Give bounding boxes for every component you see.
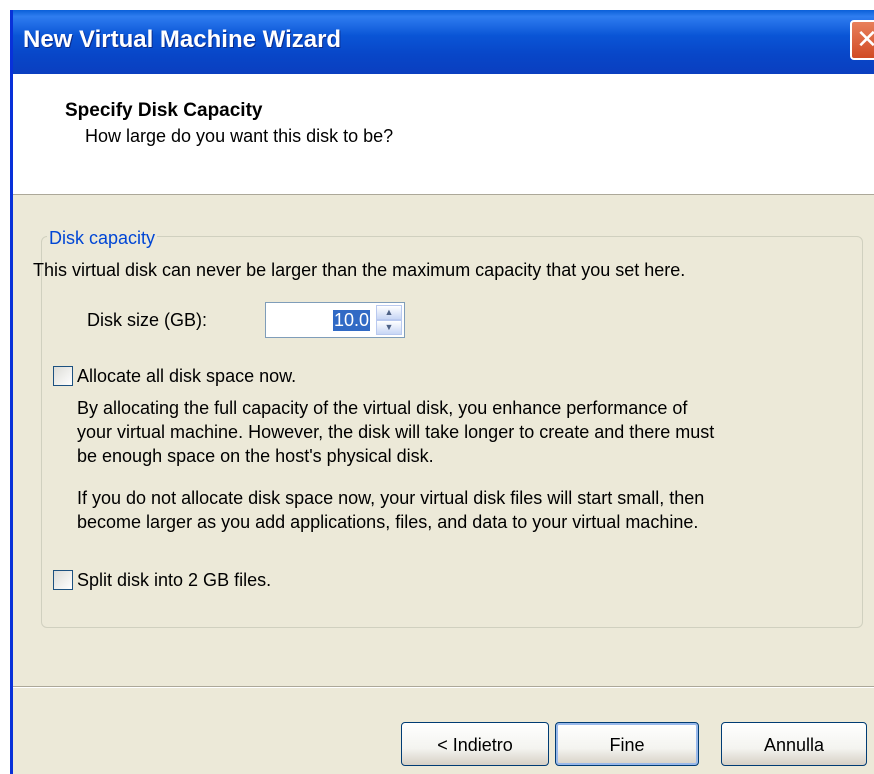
allocate-all-checkbox[interactable] — [53, 366, 73, 386]
page-title: Specify Disk Capacity — [65, 100, 263, 121]
allocate-description-line-1: By allocating the full capacity of the v… — [77, 398, 688, 418]
chevron-down-icon: ▼ — [384, 322, 394, 332]
footer-separator — [13, 686, 874, 688]
spin-down-button[interactable]: ▼ — [376, 320, 402, 335]
disk-size-label: Disk size (GB): — [87, 310, 208, 330]
title-bar[interactable]: New Virtual Machine Wizard ✕ — [13, 10, 874, 74]
allocate-description-line-3: be enough space on the host's physical d… — [77, 446, 434, 466]
wizard-window: New Virtual Machine Wizard ✕ Specify Dis… — [10, 10, 874, 774]
no-allocate-description-line-1: If you do not allocate disk space now, y… — [77, 488, 705, 508]
allocate-all-label[interactable]: Allocate all disk space now. — [77, 366, 296, 387]
disk-size-input[interactable]: 10.0 ▲ ▼ — [265, 302, 405, 338]
disk-capacity-description: This virtual disk can never be larger th… — [33, 260, 686, 280]
disk-size-value: 10.0 — [332, 310, 370, 331]
page-subtitle: How large do you want this disk to be? — [85, 126, 394, 146]
back-button[interactable]: < Indietro — [401, 722, 549, 766]
chevron-up-icon: ▲ — [384, 307, 394, 317]
window-title: New Virtual Machine Wizard — [23, 26, 342, 53]
no-allocate-description-line-2: become larger as you add applications, f… — [77, 512, 699, 532]
spin-up-button[interactable]: ▲ — [376, 305, 402, 320]
finish-button[interactable]: Fine — [555, 722, 699, 766]
allocate-description-line-2: your virtual machine. However, the disk … — [77, 422, 715, 442]
split-disk-label[interactable]: Split disk into 2 GB files. — [77, 570, 271, 591]
cancel-button[interactable]: Annulla — [721, 722, 867, 766]
close-button[interactable]: ✕ — [850, 20, 874, 60]
disk-size-spinner: ▲ ▼ — [376, 305, 402, 335]
disk-capacity-group-label: Disk capacity — [47, 228, 158, 249]
desktop-background — [0, 0, 10, 774]
wizard-header: Specify Disk Capacity How large do you w… — [13, 74, 874, 195]
close-icon: ✕ — [856, 24, 874, 54]
split-disk-checkbox[interactable] — [53, 570, 73, 590]
